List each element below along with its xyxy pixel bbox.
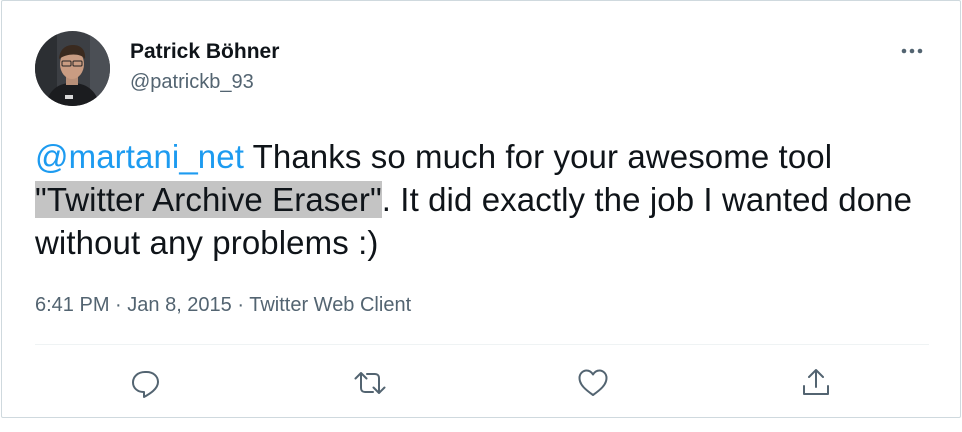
tweet-client[interactable]: Twitter Web Client bbox=[249, 294, 411, 316]
more-options-button[interactable] bbox=[896, 38, 928, 64]
tweet-text-part1: Thanks so much for your awesome tool bbox=[243, 138, 833, 175]
avatar[interactable] bbox=[35, 31, 110, 106]
avatar-image bbox=[35, 31, 110, 106]
divider bbox=[35, 344, 929, 345]
meta-separator: · bbox=[231, 294, 250, 316]
retweet-button[interactable] bbox=[353, 366, 387, 400]
retweet-icon bbox=[354, 372, 386, 394]
author-display-name[interactable]: Patrick Böhner bbox=[130, 39, 279, 65]
tweet-time[interactable]: 6:41 PM bbox=[35, 294, 109, 316]
author-handle[interactable]: @patrickb_93 bbox=[130, 68, 279, 96]
tweet-meta: 6:41 PM · Jan 8, 2015 · Twitter Web Clie… bbox=[35, 291, 411, 319]
meta-separator: · bbox=[109, 294, 128, 316]
share-button[interactable] bbox=[799, 366, 833, 400]
tweet-text: @martani_net Thanks so much for your awe… bbox=[35, 135, 935, 264]
reply-icon bbox=[132, 371, 159, 398]
like-icon bbox=[578, 369, 608, 396]
tweet-card: Patrick Böhner @patrickb_93 @martani_net… bbox=[1, 0, 961, 418]
more-dots-icon bbox=[901, 48, 923, 54]
reply-button[interactable] bbox=[129, 366, 163, 400]
share-icon bbox=[803, 369, 829, 395]
highlighted-text: "Twitter Archive Eraser" bbox=[35, 181, 382, 218]
like-button[interactable] bbox=[576, 366, 610, 400]
author-block: Patrick Böhner @patrickb_93 bbox=[130, 39, 279, 96]
tweet-date[interactable]: Jan 8, 2015 bbox=[127, 294, 232, 316]
mention-link[interactable]: @martani_net bbox=[35, 138, 244, 175]
